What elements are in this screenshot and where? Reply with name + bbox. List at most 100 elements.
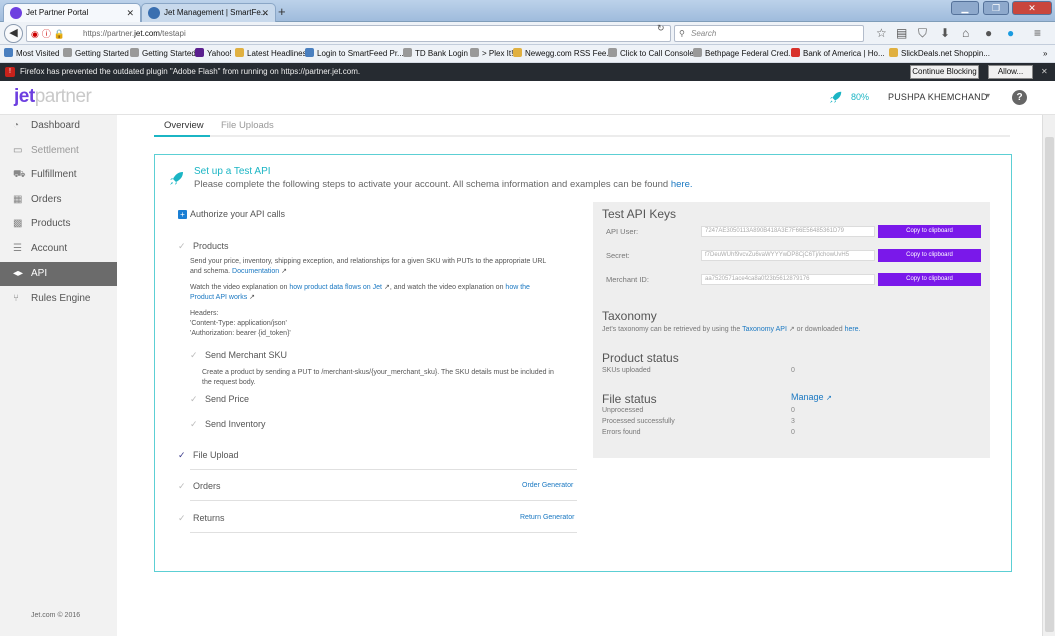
sidebar: ◔ Dashboard ▭ Settlement ⛟ Fulfillment ▦ Ord… [0,115,117,636]
sidebar-item-products[interactable]: ▩ Products [0,212,117,236]
expand-plus-icon[interactable]: + [178,210,187,219]
bookmark-item[interactable]: Most Visited [4,45,59,62]
search-input[interactable]: ⚲ Search [674,25,864,42]
test-api-keys-panel: Test API Keys API User: 7247AE3050113A89… [593,202,990,458]
sidebar-item-dashboard[interactable]: ◔ Dashboard [0,114,117,138]
help-icon[interactable]: ? [1012,90,1027,105]
skype-icon[interactable]: ● [1007,25,1014,42]
bookmark-item[interactable]: Click to Call Console [608,45,694,62]
sidebar-item-rules-engine[interactable]: ⑂ Rules Engine [0,287,117,311]
sidebar-item-account[interactable]: ☰ Account [0,237,117,261]
restore-icon[interactable]: ❐ [983,1,1009,15]
continue-blocking-button[interactable]: Continue Blocking [910,65,979,79]
product-api-works-link[interactable]: Product API works [190,294,247,301]
bookmark-label: Click to Call Console [620,49,694,58]
step-label: Send Inventory [205,419,266,429]
secret-field[interactable]: f7DeuWUhf9vcvZu6vaWYYYwDP8CjC6Tj/ichowUv… [701,250,875,261]
authorize-api-calls[interactable]: + Authorize your API calls [178,209,285,219]
sidebar-item-orders[interactable]: ▦ Orders [0,188,117,212]
tab-jet-partner-portal[interactable]: Jet Partner Portal ✕ [3,3,141,22]
bookmark-item[interactable]: > Plex It! [470,45,513,62]
chevron-down-icon[interactable]: ▾ [986,91,990,100]
step-label: Returns [193,513,225,523]
tab-file-uploads[interactable]: File Uploads [221,120,274,131]
merchant-id-field[interactable]: aa7520571ace4ca8a0f23b5612879176 [701,274,875,285]
taxonomy-api-link[interactable]: Taxonomy API [742,326,787,333]
return-generator-link[interactable]: Return Generator [520,514,574,521]
close-tab-icon[interactable]: ✕ [126,4,134,22]
jet-partner-logo[interactable]: jetpartner [14,86,92,108]
bookmark-item[interactable]: Latest Headlines [235,45,307,62]
download-icon[interactable]: ⬇ [940,25,950,42]
bookmark-item[interactable]: Getting Started [130,45,196,62]
bookmark-icon [693,48,702,57]
new-tab-icon[interactable]: + [278,4,286,19]
allow-button[interactable]: Allow... [988,65,1033,79]
tab-jet-management[interactable]: Jet Management | SmartFe... ✕ [141,3,276,22]
close-icon[interactable]: ✕ [1041,63,1048,81]
order-generator-link[interactable]: Order Generator [522,482,573,489]
close-tab-icon[interactable]: ✕ [261,4,269,22]
processed-label: Processed successfully [602,418,675,425]
bookmark-label: SlickDeals.net Shoppin... [901,49,990,58]
taxonomy-desc: or downloaded [796,326,843,333]
chevron-right-icon[interactable]: » [1043,45,1047,62]
home-icon[interactable]: ⌂ [962,25,969,42]
bookmark-item[interactable]: Newegg.com RSS Fee... [513,45,614,62]
close-window-icon[interactable]: ✕ [1012,1,1052,15]
main-content: Overview File Uploads Set up a Test API … [117,115,1042,636]
bookmark-star-icon[interactable]: ☆ [876,25,887,42]
product-api-link-part[interactable]: how the [505,284,530,291]
reload-icon[interactable]: ↻ [657,23,665,34]
schema-here-link[interactable]: here. [671,179,693,190]
sidebar-item-settlement[interactable]: ▭ Settlement [0,139,117,163]
setup-subtitle: Please complete the following steps to a… [194,179,693,190]
bookmark-item[interactable]: Yahoo! [195,45,232,62]
chat-icon[interactable]: ● [985,25,992,42]
bookmark-label: Bethpage Federal Cred... [705,49,795,58]
api-user-field[interactable]: 7247AE3050113A890B418A3E7F66E56485361D79 [701,226,875,237]
step-label: Orders [193,481,221,491]
back-arrow-icon[interactable]: ◀ [4,24,23,43]
bookmark-icon [470,48,479,57]
test-api-keys-title: Test API Keys [602,207,677,221]
vertical-scrollbar[interactable] [1042,115,1055,636]
copy-merchant-id-button[interactable]: Copy to clipboard [878,273,981,286]
manage-link[interactable]: Manage ↗ [791,392,832,402]
divider [190,469,577,470]
site-info-icon[interactable]: ◉ⓘ🔒 [31,27,68,42]
external-link-icon: ↗ [249,294,256,301]
scrollbar-thumb[interactable] [1045,137,1054,632]
active-tab-indicator [154,135,210,137]
bookmark-label: Getting Started [142,49,196,58]
bookmark-item[interactable]: Login to SmartFeed Pr... [305,45,404,62]
product-data-flow-link[interactable]: how product data flows on Jet [289,284,382,291]
url-prefix: https://partner. [83,29,135,38]
bookmark-label: Latest Headlines [247,49,307,58]
reading-list-icon[interactable]: ▤ [896,25,907,42]
bookmark-label: Yahoo! [207,49,232,58]
copy-secret-button[interactable]: Copy to clipboard [878,249,981,262]
copy-api-user-button[interactable]: Copy to clipboard [878,225,981,238]
documentation-link[interactable]: Documentation [232,268,279,275]
setup-subtitle-text: Please complete the following steps to a… [194,179,669,190]
sidebar-item-api[interactable]: ◂▸ API [0,262,117,286]
bookmark-label: Newegg.com RSS Fee... [525,49,614,58]
bookmark-item[interactable]: SlickDeals.net Shoppin... [889,45,990,62]
bookmark-item[interactable]: Bethpage Federal Cred... [693,45,795,62]
bookmark-label: TD Bank Login [415,49,468,58]
bookmark-item[interactable]: Getting Started [63,45,129,62]
menu-icon[interactable]: ≡ [1034,25,1041,42]
bookmark-item[interactable]: TD Bank Login [403,45,468,62]
bookmark-item[interactable]: Bank of America | Ho... [791,45,885,62]
file-status-title: File status [602,392,657,406]
address-bar[interactable]: ◉ⓘ🔒 https://partner.jet.com/testapi [26,25,671,42]
user-name[interactable]: PUSHPA KHEMCHAND [888,92,988,102]
taxonomy-download-link[interactable]: here. [845,326,861,333]
sidebar-item-fulfillment[interactable]: ⛟ Fulfillment [0,163,117,187]
minimize-icon[interactable]: ▁ [951,1,979,15]
divider [190,500,577,501]
tab-overview[interactable]: Overview [164,120,204,131]
pocket-icon[interactable]: ⛉ [918,25,927,42]
plugin-blocked-icon: ! [5,67,15,77]
